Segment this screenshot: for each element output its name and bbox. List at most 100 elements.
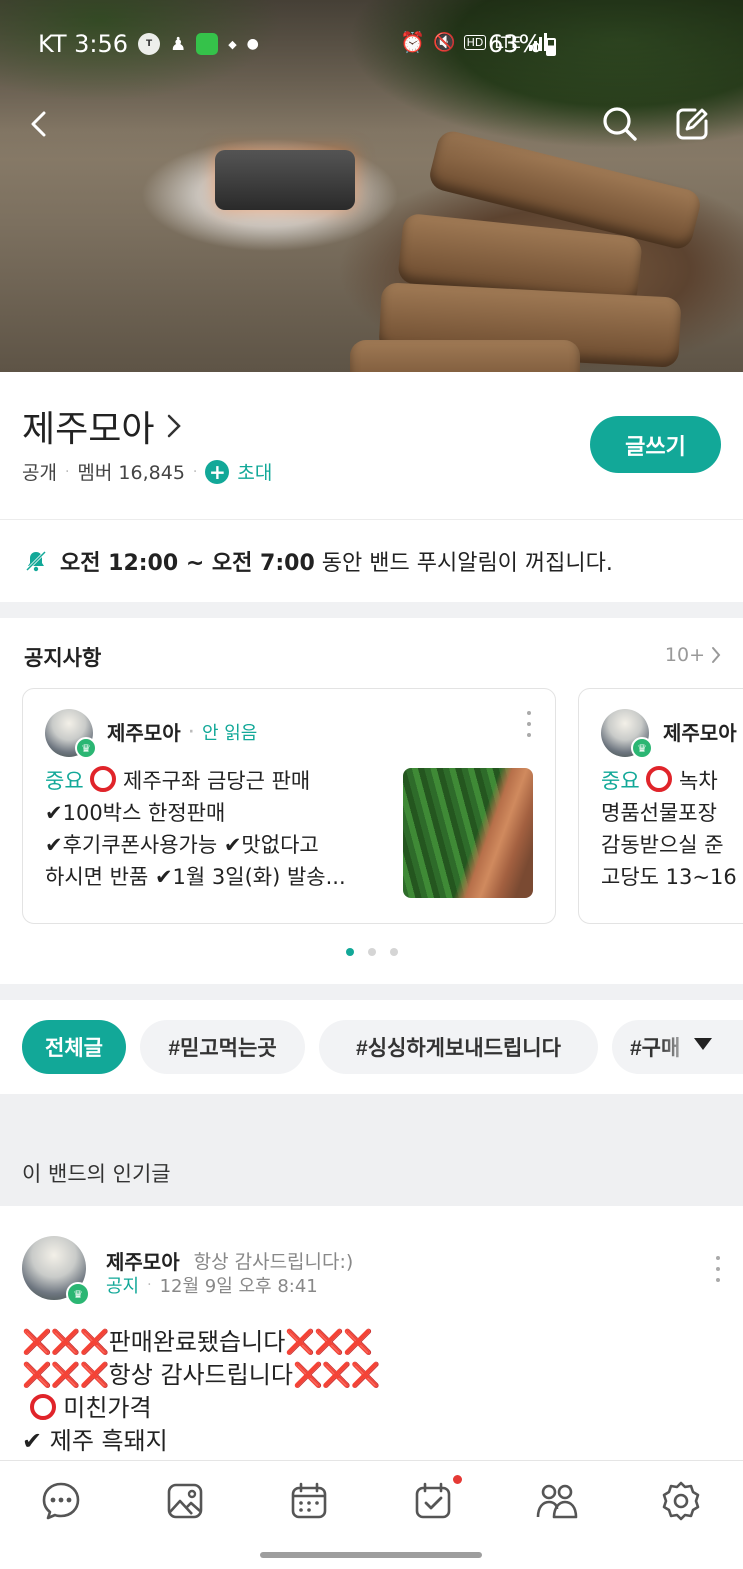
more-options-icon[interactable]: [714, 1256, 722, 1282]
invite-label: 초대: [237, 462, 273, 484]
plus-icon: +: [205, 459, 230, 484]
post-line: 판매완료됐습니다: [108, 1328, 286, 1356]
section-divider: [0, 984, 743, 1000]
cross-icons: ❌❌❌: [285, 1328, 373, 1356]
mission-icon: [415, 1482, 451, 1519]
person-icon: ♟: [170, 33, 187, 55]
bottom-nav: [0, 1460, 743, 1542]
post-line: ✔ 제주 흑돼지: [22, 1427, 168, 1455]
post-line: 미친가격: [55, 1394, 152, 1422]
status-bar: KT 3:56 T ♟ ◆ ● ⏰ 🔇 HD LTE 63%: [0, 26, 743, 66]
notice-text: 중요 녹차 명품선물포장 감동받으실 준 고당도 13~16: [601, 765, 743, 893]
meta-separator: ·: [192, 463, 198, 480]
post-author-subtitle: 항상 감사드립니다:): [193, 1251, 354, 1273]
notice-card[interactable]: ♛ 제주모아 · 안 읽음 중요 제주구좌 금당근 판매 ✔100박스 한정판매…: [22, 688, 556, 924]
nav-chat[interactable]: [39, 1479, 83, 1523]
notice-card[interactable]: ♛ 제주모아 중요 녹차 명품선물포장 감동받으실 준 고당도 13~16: [578, 688, 743, 924]
cross-icons: ❌❌❌: [22, 1361, 110, 1389]
back-icon: [31, 111, 46, 137]
write-button[interactable]: 글쓰기: [590, 416, 721, 473]
post-body: ❌❌❌판매완료됐습니다❌❌❌ ❌❌❌항상 감사드립니다❌❌❌ 미친가격 ✔ 제주…: [22, 1326, 381, 1458]
post-line: 항상 감사드립니다: [108, 1361, 293, 1389]
nav-photos[interactable]: [163, 1479, 207, 1523]
notice-line: 녹차: [672, 769, 718, 793]
nav-calendar[interactable]: [287, 1479, 331, 1523]
battery-percent: 63%: [488, 30, 542, 58]
edit-button[interactable]: [668, 100, 716, 148]
notice-title: 공지사항: [24, 646, 102, 670]
post-time: 12월 9일 오후 8:41: [159, 1276, 318, 1297]
calendar-icon: [291, 1482, 327, 1519]
meta-separator: ·: [188, 723, 194, 740]
notice-pager: [0, 948, 743, 956]
compose-icon: [676, 108, 708, 140]
red-circle-icon: [646, 766, 673, 792]
alarm-icon: ⏰: [400, 30, 426, 54]
pager-dot: [389, 948, 398, 956]
notice-line: 명품선물포장: [601, 801, 717, 825]
section-divider: [0, 602, 743, 618]
band-info: 제주모아 공개 · 멤버 16,845 · + 초대 글쓰기: [0, 372, 743, 520]
unread-badge: 안 읽음: [201, 722, 258, 744]
post-item[interactable]: ♛ 제주모아 항상 감사드립니다:) 공지 · 12월 9일 오후 8:41 ❌…: [0, 1206, 743, 1460]
status-time: KT 3:56: [38, 30, 129, 58]
cross-icons: ❌❌❌: [292, 1361, 381, 1389]
nav-mission[interactable]: [411, 1479, 455, 1523]
battery-icon: [546, 38, 556, 56]
band-name-link[interactable]: 제주모아: [22, 400, 182, 452]
band-members[interactable]: 멤버 16,845: [77, 458, 184, 485]
notice-count: 10+: [664, 644, 705, 666]
settings-icon: [662, 1481, 700, 1521]
nav-settings[interactable]: [659, 1479, 703, 1523]
notice-line: ✔100박스 한정판매: [45, 801, 226, 825]
tag-chip[interactable]: #싱싱하게보내드립니다: [319, 1020, 598, 1074]
leader-crown-icon: ♛: [66, 1282, 90, 1306]
tag-chip[interactable]: #믿고먹는곳: [140, 1020, 305, 1074]
cover-log: [350, 340, 580, 372]
meta-separator: ·: [64, 463, 70, 480]
notice-line: 고당도 13~16: [601, 865, 737, 889]
tag-filter-bar: 전체글 #믿고먹는곳 #싱싱하게보내드립니다 #구매: [0, 1000, 743, 1094]
push-mute-notice[interactable]: 오전 12:00 ~ 오전 7:00 동안 밴드 푸시알림이 꺼집니다.: [0, 520, 743, 602]
notice-author: 제주모아: [663, 721, 737, 745]
search-button[interactable]: [596, 100, 644, 148]
notice-author: 제주모아: [107, 721, 181, 745]
members-icon: [536, 1484, 578, 1519]
back-button[interactable]: [16, 100, 64, 148]
notice-thumbnail: [403, 768, 533, 898]
band-meta: 공개 · 멤버 16,845 · + 초대: [22, 458, 272, 485]
mute-time-range: 오전 12:00 ~ 오전 7:00: [60, 551, 315, 576]
mute-text: 동안 밴드 푸시알림이 꺼집니다.: [314, 551, 613, 576]
band-name: 제주모아: [22, 409, 155, 450]
search-icon: [603, 107, 637, 141]
notification-dot: [453, 1475, 462, 1484]
hd-icon: HD: [463, 34, 487, 50]
red-circle-icon: [29, 1394, 56, 1420]
notice-line: 제주구좌 금당근 판매: [116, 769, 311, 793]
mute-icon: 🔇: [433, 31, 456, 53]
pager-dot-active: [345, 948, 354, 956]
popular-header: 이 밴드의 인기글: [0, 1094, 743, 1206]
chat-icon: [42, 1482, 80, 1520]
pager-dot: [367, 948, 376, 956]
more-options-icon[interactable]: [525, 711, 533, 737]
important-label: 중요: [45, 769, 84, 793]
notice-section: 공지사항 10+ ♛ 제주모아 · 안 읽음 중요 제주구좌 금당근 판매 ✔1…: [0, 618, 743, 984]
cross-icons: ❌❌❌: [22, 1328, 110, 1356]
tag-all[interactable]: 전체글: [22, 1020, 126, 1074]
chevron-right-icon: [168, 414, 182, 438]
nav-members[interactable]: [535, 1479, 579, 1523]
invite-button[interactable]: + 초대: [205, 458, 272, 485]
talk-icon: T: [138, 33, 161, 55]
legend-icon: ◆: [228, 37, 237, 51]
home-indicator[interactable]: [260, 1552, 482, 1558]
notice-line: ✔후기쿠폰사용가능 ✔맛없다고: [45, 833, 319, 857]
notice-more-link[interactable]: 10+: [665, 644, 721, 666]
post-author: 제주모아: [106, 1250, 180, 1274]
tag-dropdown-icon[interactable]: [694, 1038, 712, 1050]
red-circle-icon: [90, 766, 117, 792]
notice-line: 감동받으실 준: [601, 833, 724, 857]
post-category: 공지: [106, 1276, 140, 1297]
gesture-bar: [0, 1542, 743, 1569]
app-icon: [196, 33, 219, 55]
